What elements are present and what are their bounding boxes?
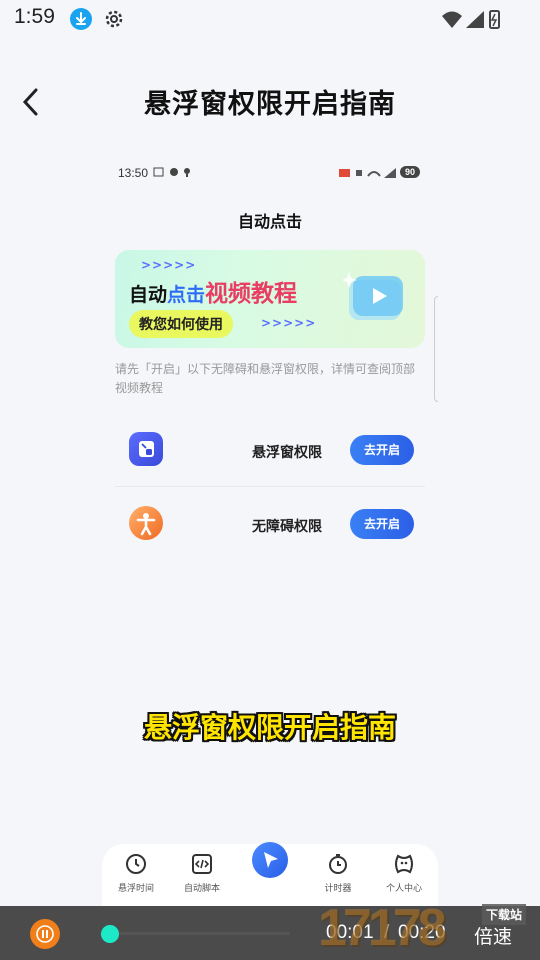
signal-icon	[466, 11, 484, 28]
seek-bar[interactable]	[100, 932, 290, 935]
nav-item-profile[interactable]: 个人中心	[374, 852, 434, 894]
download-icon	[70, 8, 92, 30]
nav-label: 悬浮时间	[117, 884, 154, 894]
seek-thumb[interactable]	[100, 925, 119, 943]
nav-item-auto-script[interactable]: 自动脚本	[172, 852, 232, 894]
nav-item-timer[interactable]: 计时器	[308, 852, 368, 894]
watermark-tag: 下载站	[482, 904, 527, 925]
banner-headline: 自动点击视频教程	[129, 281, 298, 307]
enable-accessibility-button[interactable]: 去开启	[350, 509, 414, 539]
nav-label: 个人中心	[385, 884, 422, 894]
status-bar: 1:59	[0, 0, 540, 38]
nav-label: 自动脚本	[183, 884, 220, 894]
pause-button[interactable]	[30, 919, 60, 949]
enable-floating-window-button[interactable]: 去开启	[350, 435, 414, 465]
status-time: 1:59	[14, 5, 55, 28]
timer-icon	[326, 852, 350, 876]
demo-screen-title: 自动点击	[237, 212, 302, 231]
video-tutorial-banner[interactable]: >>>>> 自动点击视频教程 教您如何使用 >>>>>	[115, 250, 425, 348]
video-subtitle: 悬浮窗权限开启指南	[143, 711, 396, 744]
demo-battery-badge: 90	[400, 166, 421, 178]
divider	[115, 486, 425, 487]
video-player-controls: 00:01 / 00:20 倍速	[0, 906, 540, 960]
permission-hint: 请先「开启」以下无障碍和悬浮窗权限，详情可查阅顶部视频教程	[115, 362, 416, 395]
demo-status-icons	[153, 166, 193, 181]
code-icon	[190, 852, 214, 876]
nav-item-float-time[interactable]: 悬浮时间	[106, 852, 166, 894]
cursor-icon	[264, 852, 278, 868]
permission-row-floating-window: 悬浮窗权限 去开启	[115, 422, 425, 482]
demo-status-time: 13:50	[118, 166, 149, 180]
profile-icon	[392, 852, 416, 876]
wifi-icon	[442, 11, 462, 28]
side-panel-edge	[434, 296, 438, 402]
clock-icon	[124, 852, 148, 876]
video-play-icon	[341, 270, 407, 328]
nav-label: 计时器	[324, 884, 352, 894]
gear-icon	[102, 7, 126, 31]
nav-item-auto-click[interactable]	[252, 842, 288, 878]
pause-icon	[36, 925, 54, 943]
page-title: 悬浮窗权限开启指南	[144, 89, 396, 120]
banner-pill: 教您如何使用	[129, 310, 233, 338]
status-icons	[440, 8, 502, 36]
permission-row-accessibility: 无障碍权限 去开启	[115, 496, 425, 556]
speed-button[interactable]: 倍速	[474, 922, 512, 949]
demo-status-signal	[338, 165, 398, 184]
watermark-logo: 17178	[318, 899, 447, 957]
banner-arrows-bottom: >>>>>	[261, 316, 317, 330]
banner-arrows-top: >>>>>	[141, 258, 197, 272]
